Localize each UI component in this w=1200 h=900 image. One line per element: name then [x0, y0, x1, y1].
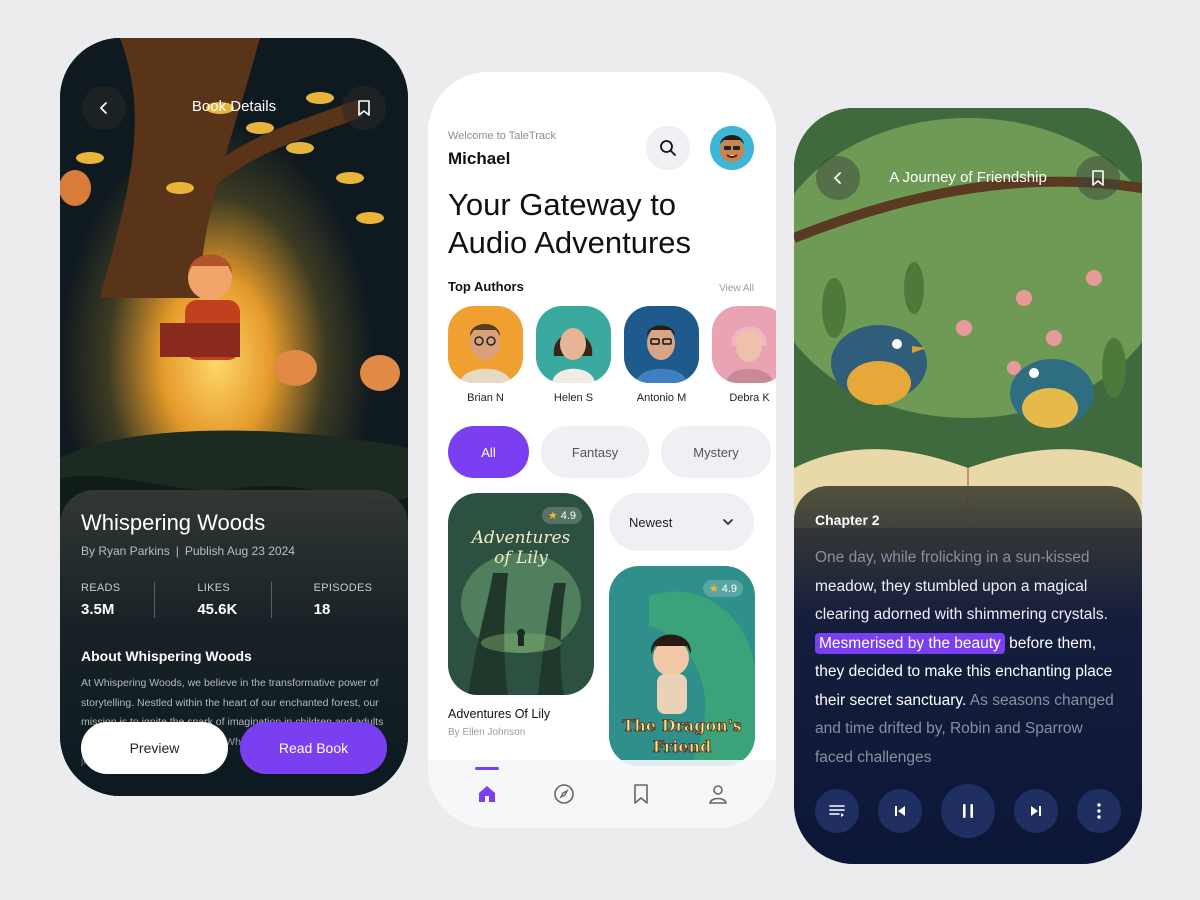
reader-screen: A Journey of Friendship Chapter 2 One da…: [794, 108, 1142, 864]
author-card[interactable]: Debra K: [712, 306, 776, 404]
byline: By Ryan Parkins | Publish Aug 23 2024: [81, 544, 387, 558]
cover-title-line2: of Lily: [494, 548, 548, 568]
cover-title-line2: Friend: [653, 737, 712, 756]
compass-icon: [553, 784, 574, 804]
skip-previous-icon: [895, 806, 905, 816]
playlist-button[interactable]: [815, 789, 859, 833]
bookmark-icon: [633, 784, 648, 804]
view-all-link[interactable]: View All: [719, 283, 754, 294]
user-name: Michael: [448, 149, 511, 168]
stat-episodes: EPISODES 18: [272, 582, 387, 618]
welcome-text: Welcome to TaleTrack: [448, 130, 557, 142]
avatar[interactable]: [710, 126, 754, 170]
bookmark-icon: [358, 100, 370, 116]
filter-chip-mystery[interactable]: Mystery: [661, 426, 771, 478]
playlist-icon: [829, 805, 845, 817]
author-name: Helen S: [553, 392, 594, 404]
stat-value: 3.5M: [81, 601, 115, 618]
sort-label: Newest: [629, 514, 673, 530]
chapter-title: Chapter 2: [815, 512, 880, 528]
book-cover: The Dragon's Friend ★ 4.9: [609, 566, 755, 766]
previous-button[interactable]: [878, 789, 922, 833]
author-photo: [624, 306, 699, 383]
cover-title-line1: The Dragon's: [622, 716, 741, 735]
author-name: Brian N: [467, 392, 504, 404]
star-icon: ★: [708, 583, 719, 595]
chevron-down-icon: [723, 519, 733, 526]
bookmark-icon: [1092, 170, 1104, 186]
search-button[interactable]: [646, 126, 690, 170]
rating-badge: ★ 4.9: [702, 580, 743, 597]
book-title: Adventures Of Lily: [448, 707, 551, 721]
stat-label: LIKES: [197, 582, 231, 594]
filter-chip-fantasy[interactable]: Fantasy: [541, 426, 649, 478]
user-icon: [708, 785, 727, 804]
page-title: Your Gateway to Audio Adventures: [448, 187, 692, 260]
stat-likes: LIKES 45.6K: [154, 582, 272, 618]
pause-button[interactable]: [941, 784, 995, 838]
bottom-nav: [428, 760, 776, 828]
book-title: Whispering Woods: [81, 510, 266, 535]
highlighted-text[interactable]: Mesmerised by the beauty: [815, 632, 1005, 654]
author-card[interactable]: Brian N: [448, 306, 523, 404]
stat-value: 45.6K: [197, 601, 238, 618]
author-photo: [536, 306, 611, 383]
preview-button[interactable]: Preview: [81, 722, 228, 774]
filter-chip-all[interactable]: All: [448, 426, 529, 478]
text-lead: meadow, they stumbled upon a magical cle…: [815, 577, 1108, 624]
cover-title-line1: Adventures: [470, 528, 571, 548]
genre-filters: All Fantasy Mystery: [448, 426, 771, 478]
book-cover: Adventures of Lily ★ 4.9: [448, 493, 594, 695]
author-photo: [448, 306, 523, 383]
stat-reads: READS 3.5M: [81, 582, 154, 618]
home-icon: [478, 786, 495, 802]
sort-dropdown[interactable]: Newest: [609, 493, 754, 551]
book-details-screen: Book Details Whispering Woods By Ryan Pa…: [60, 38, 408, 796]
star-icon: ★: [547, 510, 558, 522]
author-card[interactable]: Helen S: [536, 306, 611, 404]
stat-value: 18: [313, 601, 331, 618]
authors-list: Brian N Helen S Antonio M Debra K: [448, 306, 776, 404]
story-text: One day, while frolicking in a sun-kisse…: [815, 544, 1121, 772]
bookmark-button[interactable]: [342, 86, 386, 130]
book-author: By Ellen Johnson: [448, 727, 526, 738]
author-name: By Ryan Parkins: [81, 544, 170, 558]
author-name: Antonio M: [636, 392, 687, 404]
stats-row: READS 3.5M LIKES 45.6K EPISODES 18: [81, 582, 387, 618]
read-book-button[interactable]: Read Book: [240, 722, 387, 774]
next-button[interactable]: [1014, 789, 1058, 833]
nav-profile[interactable]: [698, 774, 738, 814]
more-button[interactable]: [1077, 789, 1121, 833]
top-authors-heading: Top Authors: [448, 279, 524, 294]
text-faded-top: One day, while frolicking in a sun-kisse…: [815, 549, 1090, 566]
book-card[interactable]: Adventures of Lily ★ 4.9 Adventures Of L…: [448, 493, 594, 738]
player-controls: [815, 784, 1121, 838]
author-card[interactable]: Antonio M: [624, 306, 699, 404]
book-card[interactable]: The Dragon's Friend ★ 4.9: [609, 566, 755, 766]
rating-badge: ★ 4.9: [541, 507, 582, 524]
rating-value: 4.9: [560, 509, 576, 522]
nav-saved[interactable]: [621, 774, 661, 814]
about-heading: About Whispering Woods: [81, 648, 252, 664]
rating-value: 4.9: [721, 582, 737, 595]
pause-icon: [963, 804, 973, 818]
skip-next-icon: [1031, 806, 1041, 816]
action-buttons: Preview Read Book: [81, 722, 387, 774]
bookmark-button[interactable]: [1076, 156, 1120, 200]
nav-explore[interactable]: [544, 774, 584, 814]
author-photo: [712, 306, 776, 383]
stat-label: READS: [81, 582, 121, 594]
author-name: Debra K: [729, 392, 770, 404]
publish-date: Publish Aug 23 2024: [184, 544, 295, 558]
search-icon: [660, 140, 676, 156]
more-vertical-icon: [1097, 803, 1101, 819]
home-screen: Welcome to TaleTrack Michael Your Gatewa…: [428, 72, 776, 828]
byline-separator: |: [175, 544, 179, 558]
nav-home[interactable]: [467, 767, 507, 814]
stat-label: EPISODES: [313, 582, 373, 594]
